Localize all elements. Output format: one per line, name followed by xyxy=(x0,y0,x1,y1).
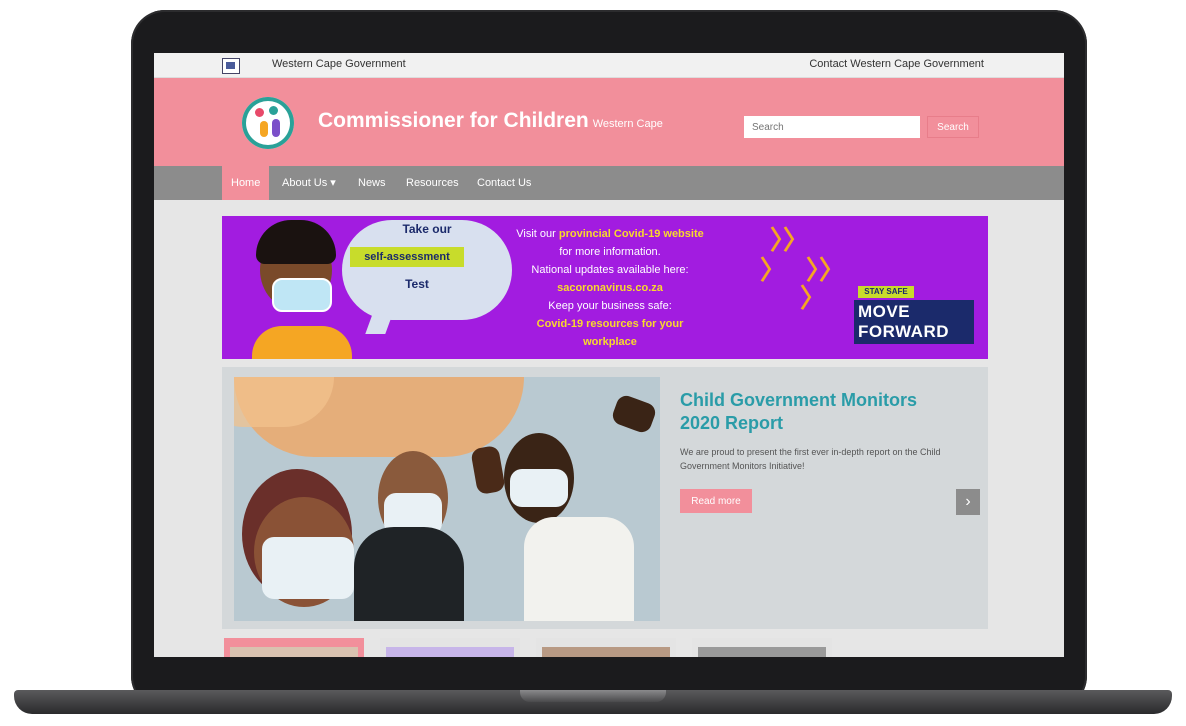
workplace-resources-link[interactable]: Covid-19 resources for your workplace xyxy=(510,315,710,351)
site-header: Commissioner for Children Western Cape Se… xyxy=(154,78,1064,166)
move-forward-logo: MOVE FORWARD xyxy=(854,300,974,344)
mask-icon xyxy=(262,537,354,599)
contact-government-link[interactable]: Contact Western Cape Government xyxy=(809,58,984,70)
move-text: MOVE xyxy=(858,302,911,321)
visit-prefix: Visit our xyxy=(516,228,556,240)
site-title[interactable]: Commissioner for Children Western Cape xyxy=(318,109,663,133)
slider-thumbnail[interactable] xyxy=(536,638,676,657)
thumbnail-image xyxy=(542,647,670,657)
nav-news[interactable]: News xyxy=(349,166,395,200)
keep-safe-text: Keep your business safe: xyxy=(548,300,672,312)
slider-thumbnail[interactable] xyxy=(224,638,364,657)
forward-text: FORWARD xyxy=(858,322,950,341)
featured-slider: Child Government Monitors 2020 Report We… xyxy=(222,367,988,629)
more-info-text: for more information. xyxy=(559,246,661,258)
self-assessment-button[interactable]: self-assessment xyxy=(350,247,464,267)
sacoronavirus-link[interactable]: sacoronavirus.co.za xyxy=(510,279,710,297)
nav-home[interactable]: Home xyxy=(222,166,270,200)
covid-banner[interactable]: Take our self-assessment Test Visit our … xyxy=(222,216,988,359)
main-nav: Home About Us ▾ News Resources Contact U… xyxy=(154,166,1064,200)
chevron-right-icon[interactable]: › xyxy=(956,489,980,515)
mask-icon xyxy=(272,278,332,312)
search-button[interactable]: Search xyxy=(927,116,979,138)
thumbnail-image xyxy=(698,647,826,657)
nav-resources[interactable]: Resources xyxy=(397,166,468,200)
thumbs-up-hand xyxy=(470,444,506,496)
slide-description: We are proud to present the first ever i… xyxy=(680,447,941,471)
person-shirt xyxy=(524,517,634,621)
national-updates-text: National updates available here: xyxy=(531,264,689,276)
government-crest-icon[interactable] xyxy=(222,58,240,74)
test-label: Test xyxy=(405,277,429,291)
chevron-right-icon: 〉 xyxy=(800,283,827,313)
government-name-link[interactable]: Western Cape Government xyxy=(272,58,406,70)
take-our-label: Take our xyxy=(402,222,452,236)
nav-about-us[interactable]: About Us ▾ xyxy=(273,166,345,200)
slider-thumbnail[interactable] xyxy=(692,638,832,657)
site-title-text: Commissioner for Children xyxy=(318,109,589,132)
thumbnail-image xyxy=(386,647,514,657)
slider-thumbnail[interactable] xyxy=(380,638,520,657)
person-torso xyxy=(354,527,464,621)
government-bar: Western Cape Government Contact Western … xyxy=(154,53,1064,78)
provincial-covid-link[interactable]: provincial Covid-19 website xyxy=(559,228,704,240)
chevron-right-icon: 〉 xyxy=(760,255,787,285)
child-illustration-body xyxy=(252,326,352,359)
peace-sign-hand xyxy=(610,393,658,435)
commissioner-logo[interactable] xyxy=(242,97,294,149)
site-subtitle: Western Cape xyxy=(592,118,663,130)
banner-info-text: Visit our provincial Covid-19 website fo… xyxy=(510,225,710,351)
slide-photo[interactable] xyxy=(234,377,660,621)
mask-icon xyxy=(510,469,568,507)
slide-title[interactable]: Child Government Monitors 2020 Report xyxy=(680,389,950,435)
laptop-notch xyxy=(520,690,666,702)
read-more-button[interactable]: Read more xyxy=(680,489,752,513)
child-illustration-hair xyxy=(256,220,336,264)
browser-screen: Western Cape Government Contact Western … xyxy=(154,53,1064,657)
stay-safe-badge: STAY SAFE xyxy=(858,286,914,298)
nav-contact-us[interactable]: Contact Us xyxy=(468,166,540,200)
search-input[interactable] xyxy=(744,116,920,138)
thumbnail-image xyxy=(230,647,358,657)
